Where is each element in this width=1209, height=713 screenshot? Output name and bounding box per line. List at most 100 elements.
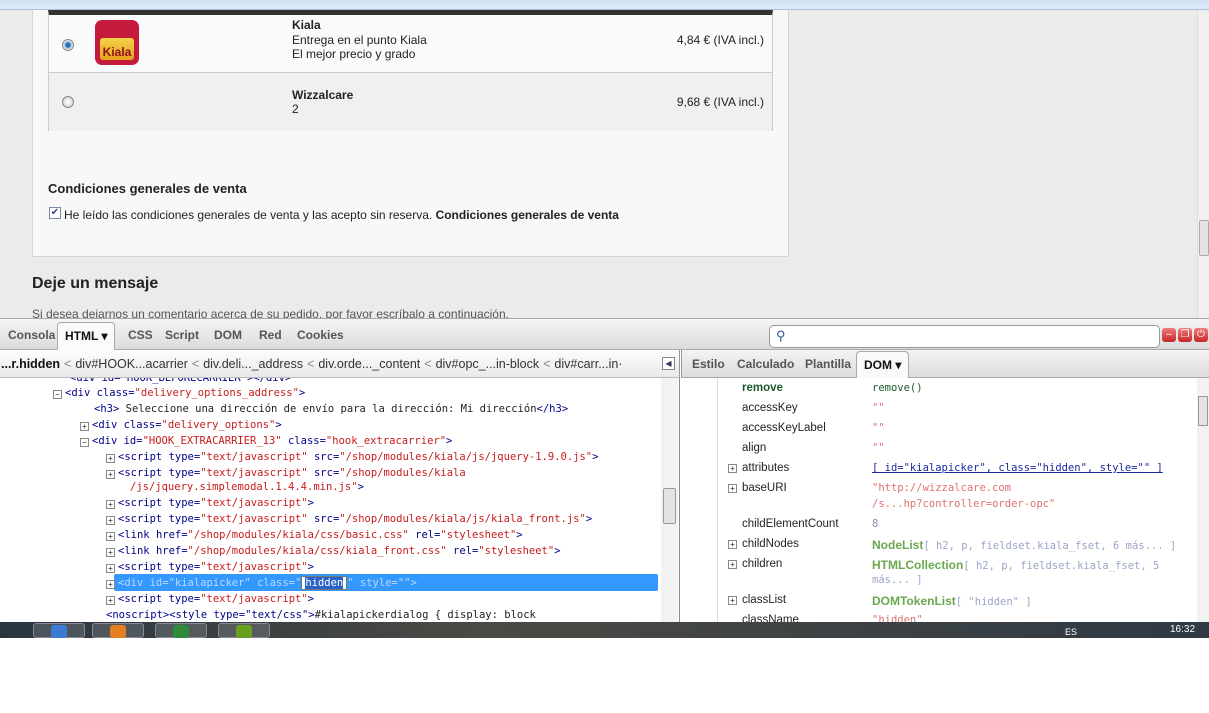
page-scrollbar[interactable] <box>1197 10 1209 318</box>
taskbar-ie-button[interactable] <box>33 623 85 638</box>
breadcrumb-item[interactable]: ...r.hidden <box>1 357 60 371</box>
close-firebug-button[interactable]: ⏻ <box>1194 328 1208 342</box>
breadcrumb-scroll-left-button[interactable]: ◀ <box>662 357 675 370</box>
tab-html[interactable]: HTML ▾ <box>57 322 116 351</box>
dom-property-name[interactable]: accessKeyLabel <box>742 422 826 434</box>
code-token: "text/javascript" <box>200 467 308 479</box>
html-tree-panel: <div id="HOOK_BEFORECARRIER"></div> − <div… <box>0 378 680 622</box>
detach-button[interactable]: ❐ <box>1178 328 1192 342</box>
dom-property-value[interactable]: NodeList[ h2, p, fieldset.kiala_fset, 6 … <box>872 538 1176 552</box>
dom-property-name[interactable]: childNodes <box>742 538 799 550</box>
html-node-line[interactable]: <script type="text/javascript"> <box>118 593 314 605</box>
collapse-icon[interactable]: − <box>53 390 62 399</box>
expand-icon[interactable]: + <box>106 516 115 525</box>
carrier-radio-wizzalcare[interactable] <box>62 96 74 108</box>
html-node-line[interactable]: <div id="HOOK_EXTRACARRIER_13" class="ho… <box>92 435 452 447</box>
breadcrumb-item[interactable]: div#HOOK...acarrier <box>75 357 188 371</box>
html-node-line[interactable]: <link href="/shop/modules/kiala/css/basi… <box>118 529 523 541</box>
tab-cookies[interactable]: Cookies <box>297 328 344 342</box>
html-node-line[interactable]: <script type="text/javascript"> <box>118 497 314 509</box>
tab-dom[interactable]: DOM <box>214 328 242 342</box>
dom-property-value[interactable]: "" <box>872 442 885 454</box>
html-node-line[interactable]: <script type="text/javascript" src="/sho… <box>118 467 466 479</box>
dom-property-value[interactable]: HTMLCollection[ h2, p, fieldset.kiala_fs… <box>872 558 1159 572</box>
expand-icon[interactable]: + <box>728 464 737 473</box>
expand-icon[interactable]: + <box>728 540 737 549</box>
expand-icon[interactable]: + <box>106 500 115 509</box>
expand-icon[interactable]: + <box>728 560 737 569</box>
inline-edit-input[interactable]: hidden <box>301 576 348 590</box>
breadcrumb-item[interactable]: div.orde..._content <box>318 357 420 371</box>
tab-computed[interactable]: Calculado <box>737 357 794 371</box>
expand-icon[interactable]: + <box>728 596 737 605</box>
message-heading: Deje un mensaje <box>32 275 159 292</box>
html-node-line[interactable]: <script type="text/javascript" src="/sho… <box>118 513 592 525</box>
search-icon: ⚲ <box>776 328 786 343</box>
html-node-line[interactable]: <div class="delivery_options"> <box>92 419 282 431</box>
taskbar-dreamweaver-button[interactable] <box>218 623 270 638</box>
taskbar-excel-button[interactable] <box>155 623 207 638</box>
html-node-line[interactable]: <link href="/shop/modules/kiala/css/kial… <box>118 545 561 557</box>
dom-property-name[interactable]: accessKey <box>742 402 798 414</box>
expand-icon[interactable]: + <box>106 454 115 463</box>
clock[interactable]: 16:32 <box>1170 624 1195 635</box>
expand-icon[interactable]: + <box>106 532 115 541</box>
html-node-line[interactable]: <script type="text/javascript"> <box>118 561 314 573</box>
dom-property-value[interactable]: 8 <box>872 518 878 530</box>
dom-property-name[interactable]: childElementCount <box>742 518 839 530</box>
html-node-line[interactable]: /js/jquery.simplemodal.1.4.4.min.js"> <box>130 481 364 493</box>
dom-property-name[interactable]: align <box>742 442 766 454</box>
dom-panel-scrollbar[interactable] <box>1197 378 1209 622</box>
search-input[interactable]: ⚲ <box>769 325 1160 348</box>
tab-css[interactable]: CSS <box>128 328 153 342</box>
language-indicator[interactable]: ES <box>1065 627 1077 637</box>
collapse-icon[interactable]: − <box>80 438 89 447</box>
dom-property-name[interactable]: children <box>742 558 782 570</box>
tab-script[interactable]: Script <box>165 328 199 342</box>
breadcrumb-item[interactable]: div.deli..._address <box>203 357 303 371</box>
tab-side-dom[interactable]: DOM ▾ <box>856 351 910 378</box>
html-node-line[interactable]: <div id="kialapicker" class=" hidden " sty… <box>118 576 417 590</box>
dom-property-name[interactable]: className <box>742 614 799 622</box>
dom-property-value[interactable]: [ id="kialapicker", class="hidden", styl… <box>872 462 1163 474</box>
carrier-radio-kiala[interactable] <box>62 39 74 51</box>
expand-icon[interactable]: + <box>106 470 115 479</box>
html-node-line[interactable]: <div class="delivery_options_address"> <box>65 387 305 399</box>
carrier-row-wizzalcare[interactable]: Wizzalcare 2 9,68 € (IVA incl.) <box>49 73 772 131</box>
expand-icon[interactable]: + <box>106 564 115 573</box>
minimize-button[interactable]: – <box>1162 328 1176 342</box>
dom-property-name[interactable]: remove <box>742 382 783 394</box>
html-panel-scrollbar[interactable] <box>661 378 678 622</box>
dom-property-value[interactable]: DOMTokenList[ "hidden" ] <box>872 594 1032 608</box>
html-node-line[interactable]: <script type="text/javascript" src="/sho… <box>118 451 598 463</box>
expand-icon[interactable]: + <box>728 484 737 493</box>
terms-checkbox[interactable]: ✔ <box>49 207 61 219</box>
browser-toolbar <box>0 0 1209 10</box>
html-node-line[interactable]: <h3> Seleccione una dirección de envío p… <box>94 403 568 415</box>
tab-console[interactable]: Consola <box>8 328 55 342</box>
dom-property-name[interactable]: attributes <box>742 462 789 474</box>
dom-property-value[interactable]: "hidden" <box>872 614 923 622</box>
carrier-row-kiala[interactable]: Kiala Kiala Entrega en el punto Kiala El… <box>49 15 772 73</box>
dom-property-name[interactable]: classList <box>742 594 786 606</box>
breadcrumb-item[interactable]: div#opc_...in-block <box>436 357 540 371</box>
code-token: type= <box>168 451 201 463</box>
expand-icon[interactable]: + <box>106 580 115 589</box>
taskbar-firefox-button[interactable] <box>92 623 144 638</box>
dom-property-value[interactable]: "" <box>872 402 885 414</box>
dom-property-value[interactable]: "http://wizzalcare.com <box>872 482 1011 494</box>
html-node-line[interactable]: <noscript><style type="text/css">#kialap… <box>106 609 536 621</box>
breadcrumb-item[interactable]: div#carr...in· <box>554 357 622 371</box>
expand-icon[interactable]: + <box>80 422 89 431</box>
terms-link[interactable]: Condiciones generales de venta <box>436 208 619 222</box>
expand-icon[interactable]: + <box>106 596 115 605</box>
tab-net[interactable]: Red <box>259 328 282 342</box>
tab-style[interactable]: Estilo <box>692 357 725 371</box>
tab-layout[interactable]: Plantilla <box>805 357 851 371</box>
code-token: class= <box>281 435 326 447</box>
html-node-line[interactable]: <div id="HOOK_BEFORECARRIER"></div> <box>70 378 291 384</box>
expand-icon[interactable]: + <box>106 548 115 557</box>
dom-property-name[interactable]: baseURI <box>742 482 787 494</box>
dom-property-value[interactable]: remove() <box>872 382 923 394</box>
dom-property-value[interactable]: "" <box>872 422 885 434</box>
